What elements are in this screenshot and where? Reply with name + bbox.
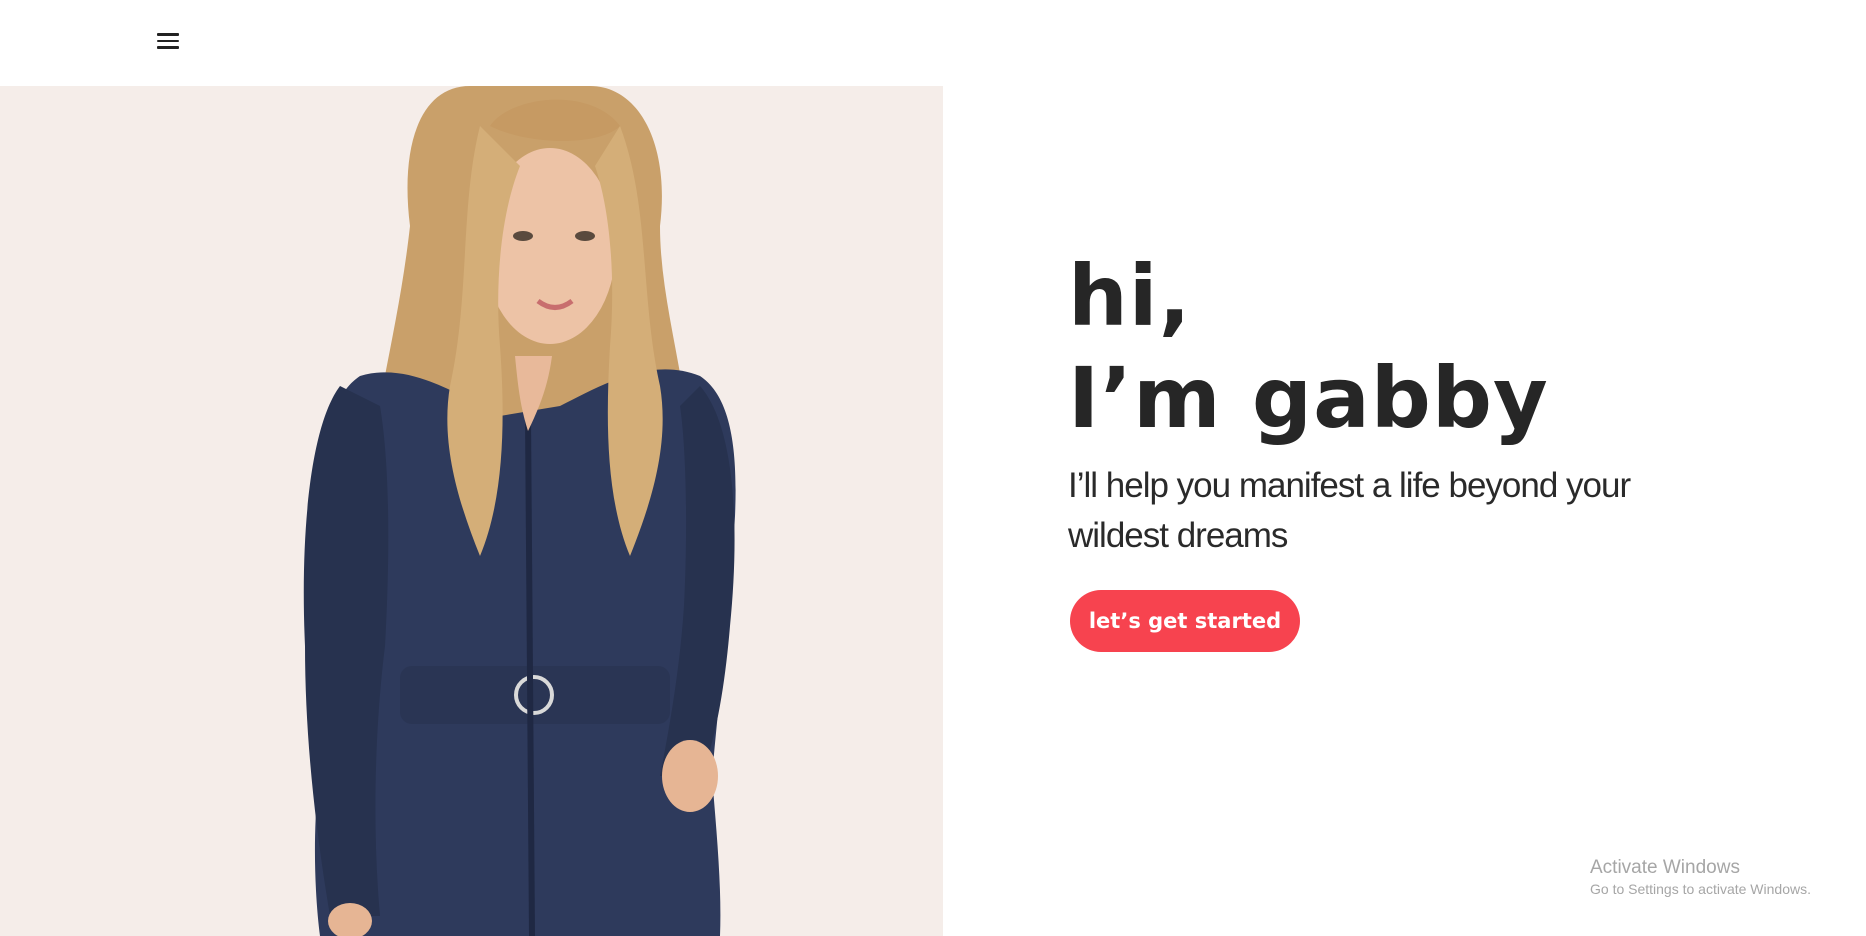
hero-tagline: I’ll help you manifest a life beyond you… bbox=[1068, 466, 1631, 555]
hero-image bbox=[0, 86, 943, 936]
watermark-subtitle: Go to Settings to activate Windows. bbox=[1590, 881, 1811, 897]
get-started-button[interactable]: let’s get started bbox=[1070, 590, 1300, 652]
portrait-photo bbox=[0, 86, 943, 936]
greeting-line-1: hi, bbox=[1068, 247, 1192, 345]
top-bar bbox=[0, 0, 1866, 86]
greeting-line-2: I’m gabby bbox=[1068, 349, 1549, 447]
activate-windows-watermark: Activate Windows Go to Settings to activ… bbox=[1590, 856, 1811, 898]
hero-text: hi, I’m gabby I’ll help you manifest a l… bbox=[1068, 245, 1688, 561]
watermark-title: Activate Windows bbox=[1590, 857, 1740, 878]
hamburger-menu-icon[interactable] bbox=[155, 30, 181, 50]
